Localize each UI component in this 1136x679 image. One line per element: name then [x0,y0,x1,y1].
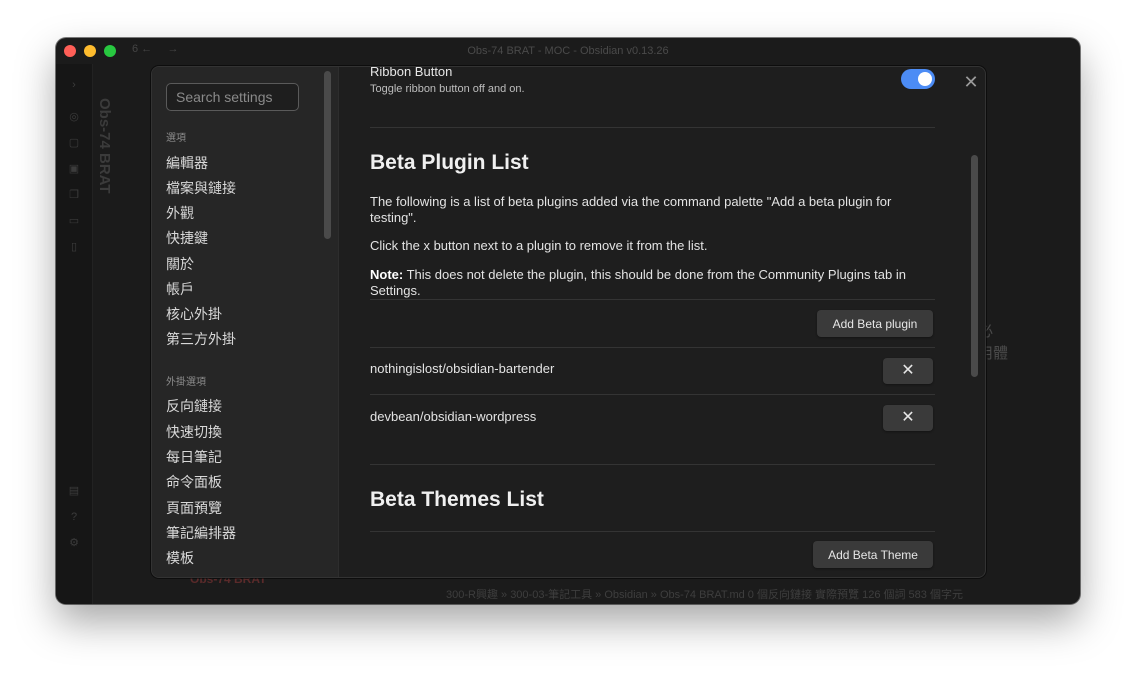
sidebar-scrollbar[interactable] [324,71,331,239]
gear-icon[interactable]: ⚙ [67,536,81,550]
beta-themes-list-title: Beta Themes List [370,488,544,511]
sidebar-item-account[interactable]: 帳戶 [166,279,194,299]
divider [370,394,935,395]
vault-icon[interactable]: ▤ [67,484,81,498]
sidebar-item-community-plugins[interactable]: 第三方外掛 [166,329,236,349]
status-bar: 300-R興趣 » 300-03-筆記工具 » Obsidian » Obs-7… [446,589,963,601]
graph-icon[interactable]: ◎ [67,110,81,124]
add-beta-theme-button[interactable]: Add Beta Theme [813,541,933,568]
ribbon-toggle[interactable] [901,69,935,89]
search-input[interactable] [166,83,299,111]
ribbon-setting-description: Toggle ribbon button off and on. [370,83,525,95]
divider [370,299,935,300]
plugin-item-name: devbean/obsidian-wordpress [370,409,537,424]
sidebar-item-command-palette[interactable]: 命令面板 [166,472,222,492]
note-label: Note: [370,267,404,282]
settings-modal: 選項 編輯器 檔案與鏈接 外觀 快捷鍵 關於 帳戶 核心外掛 第三方外掛 外掛選… [151,66,986,578]
sidebar-icon[interactable]: ▯ [67,240,81,254]
sidebar-item-page-preview[interactable]: 頁面預覽 [166,498,222,518]
tab-counter[interactable]: 6 ← → [132,38,178,60]
sidebar-item-editor[interactable]: 編輯器 [166,153,208,173]
beta-plugin-description: The following is a list of beta plugins … [370,194,892,225]
help-icon[interactable]: ? [67,510,81,524]
sidebar-item-about[interactable]: 關於 [166,254,194,274]
calendar-icon[interactable]: ▣ [67,162,81,176]
remove-plugin-button[interactable]: ✕ [883,405,933,431]
remove-plugin-button[interactable]: ✕ [883,358,933,384]
content-scrollbar[interactable] [971,155,978,377]
divider [370,127,935,128]
terminal-icon[interactable]: ▭ [67,214,81,228]
window-title: Obs-74 BRAT - MOC - Obsidian v0.13.26 [467,45,669,57]
settings-sidebar: 選項 編輯器 檔案與鏈接 外觀 快捷鍵 關於 帳戶 核心外掛 第三方外掛 外掛選… [152,67,339,577]
sidebar-item-daily-notes[interactable]: 每日筆記 [166,447,222,467]
sidebar-item-note-composer[interactable]: 筆記編排器 [166,523,236,543]
maximize-window-button[interactable] [104,45,116,57]
note-text: This does not delete the plugin, this sh… [370,267,906,298]
sidebar-item-quick-switcher[interactable]: 快速切換 [166,422,222,442]
background-note-title: Obs-74 BRAT [96,98,113,194]
sidebar-item-appearance[interactable]: 外觀 [166,203,194,223]
divider [370,347,935,348]
plugin-item-name: nothingislost/obsidian-bartender [370,361,555,376]
close-window-button[interactable] [64,45,76,57]
plugin-options-heading: 外掛選項 [166,377,206,388]
sidebar-item-templates[interactable]: 模板 [166,548,194,568]
minimize-window-button[interactable] [84,45,96,57]
divider [370,464,935,465]
divider [370,531,935,532]
sidebar-item-hotkeys[interactable]: 快捷鍵 [166,228,208,248]
left-ribbon: › ◎ ▢ ▣ ❐ ▭ ▯ ▤ ? ⚙ [56,64,93,604]
add-beta-plugin-button[interactable]: Add Beta plugin [817,310,933,337]
chevron-right-icon[interactable]: › [67,78,81,92]
sidebar-item-core-plugins[interactable]: 核心外掛 [166,304,222,324]
file-icon[interactable]: ▢ [67,136,81,150]
copy-icon[interactable]: ❐ [67,188,81,202]
ribbon-setting-name: Ribbon Button [370,66,453,79]
sidebar-item-files-links[interactable]: 檔案與鏈接 [166,178,236,198]
beta-plugin-list-title: Beta Plugin List [370,151,529,174]
title-bar: Obs-74 BRAT - MOC - Obsidian v0.13.26 [56,38,1080,64]
options-heading: 選項 [166,133,186,144]
close-icon[interactable]: ✕ [962,73,980,91]
settings-content: ✕ Ribbon Button Toggle ribbon button off… [339,67,985,577]
beta-plugin-instruction: Click the x button next to a plugin to r… [370,238,708,253]
beta-plugin-note: Note: This does not delete the plugin, t… [370,267,930,299]
sidebar-item-backlinks[interactable]: 反向鏈接 [166,396,222,416]
